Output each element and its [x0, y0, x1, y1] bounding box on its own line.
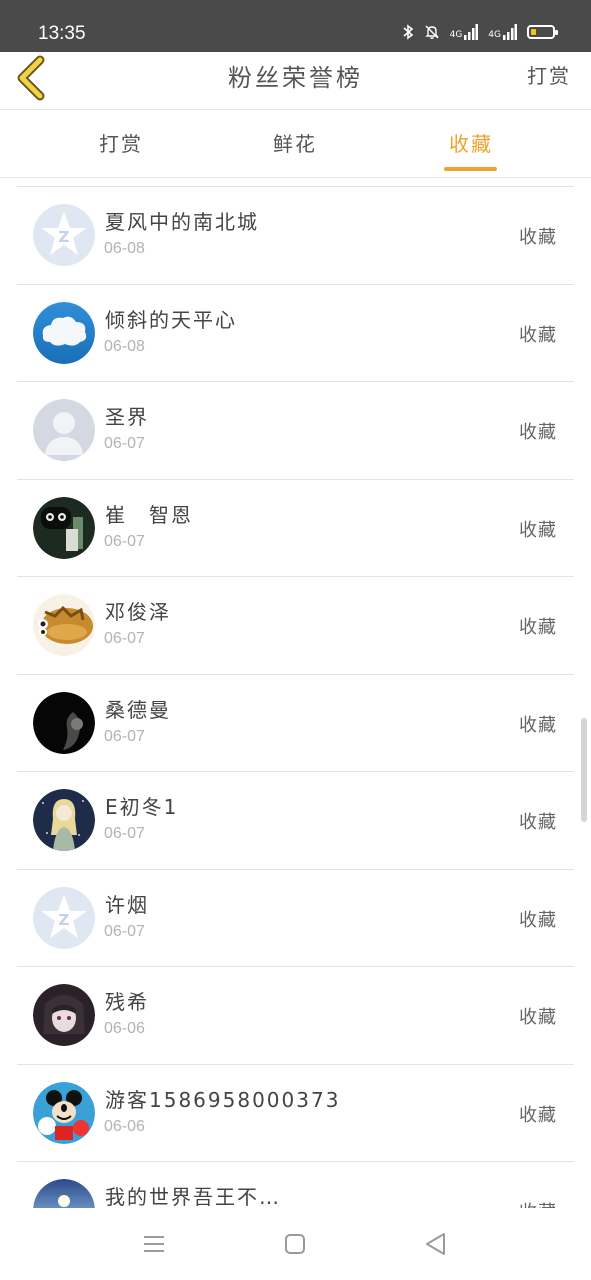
svg-text:Z: Z: [59, 228, 70, 246]
fan-date: 06-07: [104, 435, 145, 452]
fan-action: 收藏: [519, 714, 557, 736]
fan-action: 收藏: [519, 519, 557, 541]
active-tab-indicator: [444, 167, 497, 171]
bell-off-icon: [424, 25, 439, 39]
home-button[interactable]: [278, 1228, 312, 1262]
avatar[interactable]: [33, 399, 95, 461]
avatar[interactable]: [33, 496, 95, 559]
tab-favorites[interactable]: 收藏: [416, 128, 526, 157]
fan-action: 收藏: [519, 324, 557, 346]
fan-name: 倾斜的天平心: [105, 307, 237, 332]
menu-icon: [144, 1236, 164, 1252]
status-time: 13:35: [38, 23, 86, 44]
avatar[interactable]: Z: [33, 204, 95, 266]
tab-flowers[interactable]: 鲜花: [240, 128, 350, 157]
status-icons: 4G 4G: [402, 24, 558, 40]
fan-date: 06-06: [104, 1020, 145, 1037]
list-item[interactable]: 游客1586958000373 06-06 收藏: [17, 1065, 574, 1162]
fan-name: 桑德曼: [105, 697, 171, 722]
fan-name: 崔 智恩: [105, 502, 193, 527]
scrollbar[interactable]: [581, 718, 587, 822]
tab-reward[interactable]: 打赏: [66, 128, 176, 157]
avatar[interactable]: Z: [33, 886, 95, 949]
fan-name: 夏风中的南北城: [105, 210, 259, 234]
avatar[interactable]: [33, 1179, 95, 1208]
avatar[interactable]: [33, 984, 95, 1046]
list-item[interactable]: 圣界 06-07 收藏: [17, 382, 574, 480]
fan-name: 残希: [105, 990, 149, 1014]
fan-action: 收藏: [519, 812, 557, 833]
avatar[interactable]: [33, 594, 95, 656]
fan-action: 收藏: [519, 1007, 557, 1028]
fan-date: 06-07: [104, 922, 145, 940]
fan-action: 收藏: [519, 909, 557, 931]
list-item[interactable]: 邓俊泽 06-07 收藏: [17, 577, 574, 675]
list-item[interactable]: 我的世界吾王不… 收藏: [17, 1162, 574, 1208]
fan-date: 06-07: [104, 630, 145, 647]
fan-date: 06-07: [104, 532, 145, 550]
fan-name: E初冬1: [105, 795, 179, 819]
fan-date: 06-06: [104, 1117, 145, 1135]
signal-bars-icon: [503, 24, 517, 40]
avatar[interactable]: [33, 691, 95, 754]
network-label: 4G: [449, 30, 463, 40]
list-item[interactable]: 残希 06-06 收藏: [17, 967, 574, 1065]
fan-action: 收藏: [519, 227, 557, 248]
avatar[interactable]: [33, 789, 95, 851]
fan-name: 我的世界吾王不…: [105, 1185, 281, 1208]
reward-button[interactable]: 打赏: [527, 60, 571, 89]
signal-bars-icon: [464, 24, 479, 40]
home-square-icon: [285, 1234, 305, 1254]
fan-name: 圣界: [105, 405, 149, 429]
fan-list[interactable]: Z 夏风中的南北城 06-08 收藏 倾斜的天平心 06-08 收藏 圣界 06: [17, 186, 574, 1208]
fan-action: 收藏: [519, 422, 557, 443]
signal-4g-icon: 4G: [488, 24, 517, 40]
header: 粉丝荣誉榜 打赏: [0, 52, 591, 110]
bluetooth-icon: [403, 24, 413, 40]
list-item[interactable]: 崔 智恩 06-07 收藏: [17, 480, 574, 577]
fan-name: 许烟: [105, 892, 149, 917]
fan-action: 收藏: [519, 1198, 557, 1208]
back-nav-button[interactable]: [419, 1228, 453, 1262]
back-triangle-icon: [426, 1233, 445, 1255]
page-title: 粉丝荣誉榜: [228, 64, 363, 92]
fan-date: 06-08: [104, 240, 145, 257]
network-label: 4G: [488, 30, 501, 40]
avatar[interactable]: [33, 301, 95, 364]
fan-action: 收藏: [519, 617, 557, 638]
fan-name: 游客1586958000373: [105, 1087, 341, 1112]
avatar[interactable]: [33, 1081, 95, 1144]
fan-action: 收藏: [519, 1104, 557, 1126]
tab-bar: 打赏 鲜花 收藏: [0, 110, 591, 178]
battery-icon: [527, 25, 558, 39]
fan-date: 06-07: [104, 825, 145, 842]
menu-button[interactable]: [137, 1228, 171, 1262]
fan-name: 邓俊泽: [105, 600, 171, 624]
list-item[interactable]: Z 夏风中的南北城 06-08 收藏: [17, 187, 574, 285]
system-nav-bar: [0, 1208, 591, 1280]
list-item[interactable]: 桑德曼 06-07 收藏: [17, 675, 574, 772]
status-bar: 13:35 4G 4G: [0, 0, 591, 52]
svg-text:Z: Z: [59, 911, 70, 929]
list-item[interactable]: 倾斜的天平心 06-08 收藏: [17, 285, 574, 382]
signal-4g-icon: 4G: [450, 24, 479, 40]
list-item[interactable]: Z 许烟 06-07 收藏: [17, 870, 574, 967]
fan-date: 06-07: [104, 727, 145, 745]
fan-date: 06-08: [104, 337, 145, 355]
list-item[interactable]: E初冬1 06-07 收藏: [17, 772, 574, 870]
